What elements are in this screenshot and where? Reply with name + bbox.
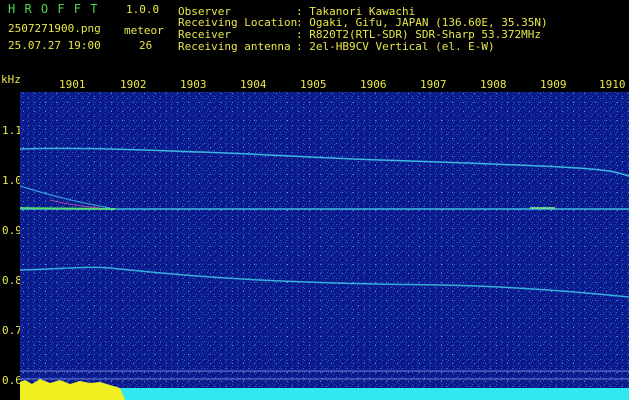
y-tick-label: 0.7 [2,324,22,337]
x-tick-label: 1909 [540,78,567,91]
x-axis-ticks: 1901 1902 1903 1904 1905 1906 1907 1908 … [0,76,629,92]
hrofft-window: H R O F F T 1.0.0 2507271900.png meteor … [0,0,629,400]
y-tick-label: 1.0 [2,174,22,187]
x-tick-label: 1906 [360,78,387,91]
spectrogram-plot [20,92,629,400]
x-tick-label: 1902 [120,78,147,91]
info-label-antenna: Receiving antenna [178,40,291,53]
info-value-location: : Ogaki, Gifu, JAPAN (136.60E, 35.35N) [296,16,548,29]
info-value-receiver: : R820T2(RTL-SDR) SDR-Sharp 53.372MHz [296,28,542,41]
x-tick-label: 1910 [599,78,626,91]
y-tick-label: 1.1 [2,124,22,137]
y-tick-label: 0.9 [2,224,22,237]
x-tick-label: 1903 [180,78,207,91]
x-tick-label: 1905 [300,78,327,91]
meteor-label: meteor [124,24,164,37]
x-tick-label: 1908 [480,78,507,91]
x-tick-label: 1901 [59,78,86,91]
info-label-receiver: Receiver [178,28,231,41]
info-value-antenna: : 2el-HB9CV Vertical (el. E-W) [296,40,495,53]
carrier-trace-main-strong [20,207,116,210]
file-name: 2507271900.png [8,22,101,35]
x-tick-label: 1907 [420,78,447,91]
meteor-count: 26 [139,39,153,52]
noise-speckle [20,92,629,400]
date-time: 25.07.27 19:00 [8,39,101,52]
y-tick-label: 0.6 [2,374,22,387]
info-label-location: Receiving Location [178,16,298,29]
x-tick-label: 1904 [240,78,267,91]
app-version: 1.0.0 [126,3,160,16]
app-title: H R O F F T [8,2,99,16]
y-tick-label: 0.8 [2,274,22,287]
